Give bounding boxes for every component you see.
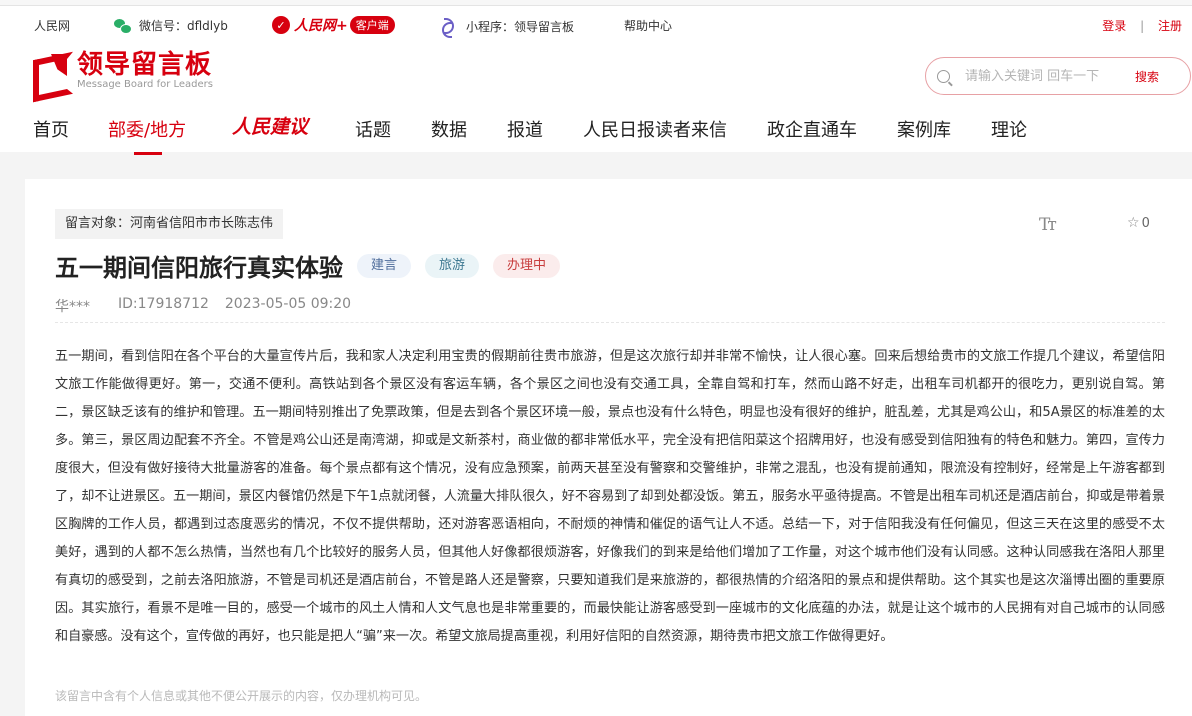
nav-topics[interactable]: 话题: [355, 116, 391, 142]
search-box: 搜索: [925, 57, 1191, 95]
message-id: ID:17918712: [118, 296, 209, 312]
favorite-button[interactable]: ☆ 0: [1127, 215, 1150, 231]
author-name: 华***: [55, 299, 90, 315]
favorite-count: 0: [1141, 215, 1150, 231]
site-header: 人民网 微信号：dfldlyb ✓ 人民网+ 客户端 小程序：领导留言板 帮助中…: [0, 6, 1192, 155]
rmw-brand: 人民网+: [294, 18, 348, 34]
title-row: 五一期间信阳旅行真实体验 建言 旅游 办理中: [55, 248, 561, 283]
nav-people-suggestions[interactable]: 人民建议: [232, 112, 308, 139]
rmw-client-link[interactable]: ✓ 人民网+ 客户端: [272, 15, 395, 35]
search-button[interactable]: 搜索: [1135, 68, 1159, 85]
status-badge: 办理中: [493, 253, 561, 278]
help-center-link[interactable]: 帮助中心: [624, 17, 672, 34]
nav-reports[interactable]: 报道: [507, 116, 543, 142]
miniprogram-icon: [440, 17, 456, 38]
message-tools: Tт ☆ 0: [1039, 215, 1150, 235]
tag-suggestion: 建言: [357, 253, 412, 278]
wechat-icon: [114, 18, 132, 34]
site-logo[interactable]: 领导留言板 Message Board for Leaders: [33, 50, 213, 90]
top-bar: 人民网 微信号：dfldlyb ✓ 人民网+ 客户端 小程序：领导留言板 帮助中…: [0, 6, 1192, 42]
main-nav: 首页 部委/地方 人民建议 话题 数据 报道 人民日报读者来信 政企直通车 案例…: [0, 112, 1192, 155]
register-link[interactable]: 注册: [1158, 19, 1182, 33]
miniprogram-label: 小程序：领导留言板: [466, 19, 575, 34]
miniprogram-link[interactable]: 小程序：领导留言板: [440, 17, 575, 38]
message-date: 2023-05-05 09:20: [224, 296, 352, 312]
nav-case-library[interactable]: 案例库: [897, 116, 951, 142]
wechat-account[interactable]: 微信号：dfldlyb: [114, 17, 228, 34]
login-link[interactable]: 登录: [1102, 19, 1126, 33]
nav-data[interactable]: 数据: [431, 116, 467, 142]
rmw-logo-icon: ✓: [272, 16, 290, 34]
font-size-icon[interactable]: Tт: [1039, 215, 1057, 235]
nav-readers-letters[interactable]: 人民日报读者来信: [583, 116, 727, 142]
tag-tourism: 旅游: [425, 253, 480, 278]
divider: [55, 322, 1165, 323]
privacy-note: 该留言中含有个人信息或其他不便公开展示的内容，仅办理机构可见。: [55, 689, 428, 703]
search-icon: [937, 69, 950, 83]
logo-subtitle: Message Board for Leaders: [77, 78, 214, 90]
rmw-client-badge: 客户端: [349, 16, 395, 34]
renminwang-link[interactable]: 人民网: [34, 17, 70, 34]
auth-separator: |: [1140, 19, 1145, 33]
message-content: 五一期间，看到信阳在各个平台的大量宣传片后，我和家人决定利用宝贵的假期前往贵市旅…: [55, 349, 1165, 644]
auth-links: 登录 | 注册: [1102, 17, 1182, 34]
nav-ministries-local[interactable]: 部委/地方: [108, 116, 186, 155]
wechat-label: 微信号：dfldlyb: [139, 19, 228, 33]
nav-theory[interactable]: 理论: [991, 116, 1027, 142]
message-title: 五一期间信阳旅行真实体验: [55, 254, 343, 282]
search-input[interactable]: [965, 68, 1125, 84]
nav-enterprise-channel[interactable]: 政企直通车: [767, 116, 857, 142]
nav-home[interactable]: 首页: [33, 116, 69, 142]
logo-mark-icon: [33, 52, 69, 88]
message-meta: 华*** ID:17918712 2023-05-05 09:20: [55, 296, 351, 316]
message-target: 留言对象：河南省信阳市市长陈志伟: [55, 209, 284, 239]
message-card: 留言对象：河南省信阳市市长陈志伟 Tт ☆ 0 五一期间信阳旅行真实体验 建言 …: [25, 179, 1192, 716]
star-icon: ☆: [1127, 215, 1140, 231]
logo-title: 领导留言板: [77, 49, 213, 80]
